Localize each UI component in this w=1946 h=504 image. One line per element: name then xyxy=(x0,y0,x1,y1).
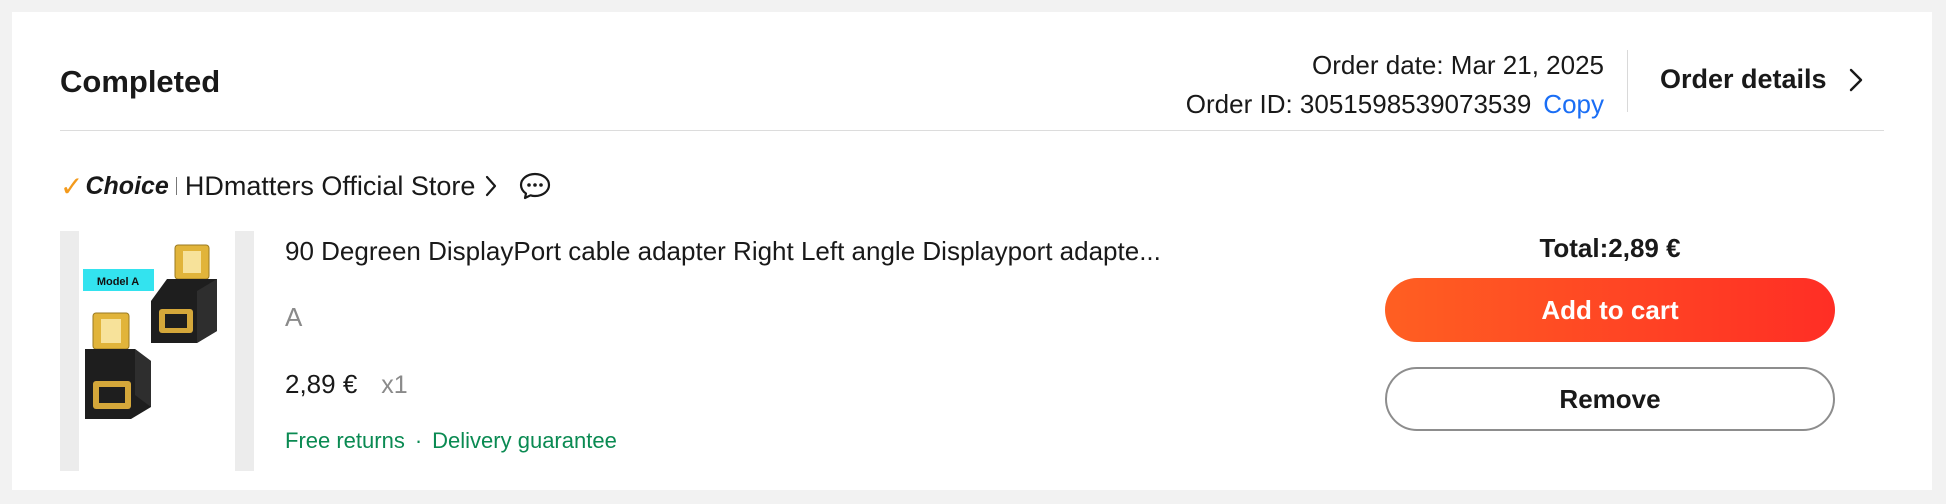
product-quantity: x1 xyxy=(381,371,408,399)
order-id: Order ID: 3051598539073539 xyxy=(1185,89,1532,119)
chat-icon[interactable] xyxy=(519,172,551,200)
product-image-frame: Model A xyxy=(79,231,235,471)
order-meta: Order date: Mar 21, 2025 Order ID: 30515… xyxy=(1186,46,1604,124)
choice-badge-label: Choice xyxy=(85,171,169,200)
image-label: Model A xyxy=(97,276,139,288)
order-status: Completed xyxy=(60,64,221,99)
section-divider xyxy=(60,130,1884,131)
store-separator xyxy=(175,177,177,195)
check-icon: ✓ xyxy=(60,170,84,202)
header-divider xyxy=(1627,50,1628,112)
order-date: Order date: Mar 21, 2025 xyxy=(1312,50,1604,80)
order-details-link[interactable]: Order details xyxy=(1660,64,1863,95)
copy-order-id-link[interactable]: Copy xyxy=(1543,89,1604,119)
order-total: Total:2,89 € xyxy=(1539,233,1681,263)
product-title-link[interactable]: 90 Degreen DisplayPort cable adapter Rig… xyxy=(285,236,1161,267)
product-variant: A xyxy=(285,302,303,332)
product-price: 2,89 € xyxy=(285,369,358,399)
order-details-label: Order details xyxy=(1660,64,1827,94)
tag-separator: · xyxy=(414,428,423,453)
order-card: Completed Order date: Mar 21, 2025 Order… xyxy=(12,12,1932,490)
choice-badge: ✓ Choice xyxy=(60,170,169,203)
service-tags: Free returns · Delivery guarantee xyxy=(285,428,617,454)
add-to-cart-button[interactable]: Add to cart xyxy=(1385,278,1835,342)
price-row: 2,89 € x1 xyxy=(285,369,408,400)
order-id-row: Order ID: 3051598539073539 Copy xyxy=(1186,85,1604,124)
store-name-link[interactable]: HDmatters Official Store xyxy=(185,171,476,202)
product-image[interactable]: Model A xyxy=(60,231,254,471)
delivery-guarantee-tag: Delivery guarantee xyxy=(432,428,617,453)
displayport-adapter-picture: Model A xyxy=(83,244,217,419)
chevron-right-icon xyxy=(1849,68,1862,91)
free-returns-tag: Free returns xyxy=(285,428,405,453)
remove-button[interactable]: Remove xyxy=(1385,367,1835,431)
chevron-right-icon[interactable] xyxy=(485,175,497,197)
store-row: ✓ Choice HDmatters Official Store xyxy=(60,168,551,204)
